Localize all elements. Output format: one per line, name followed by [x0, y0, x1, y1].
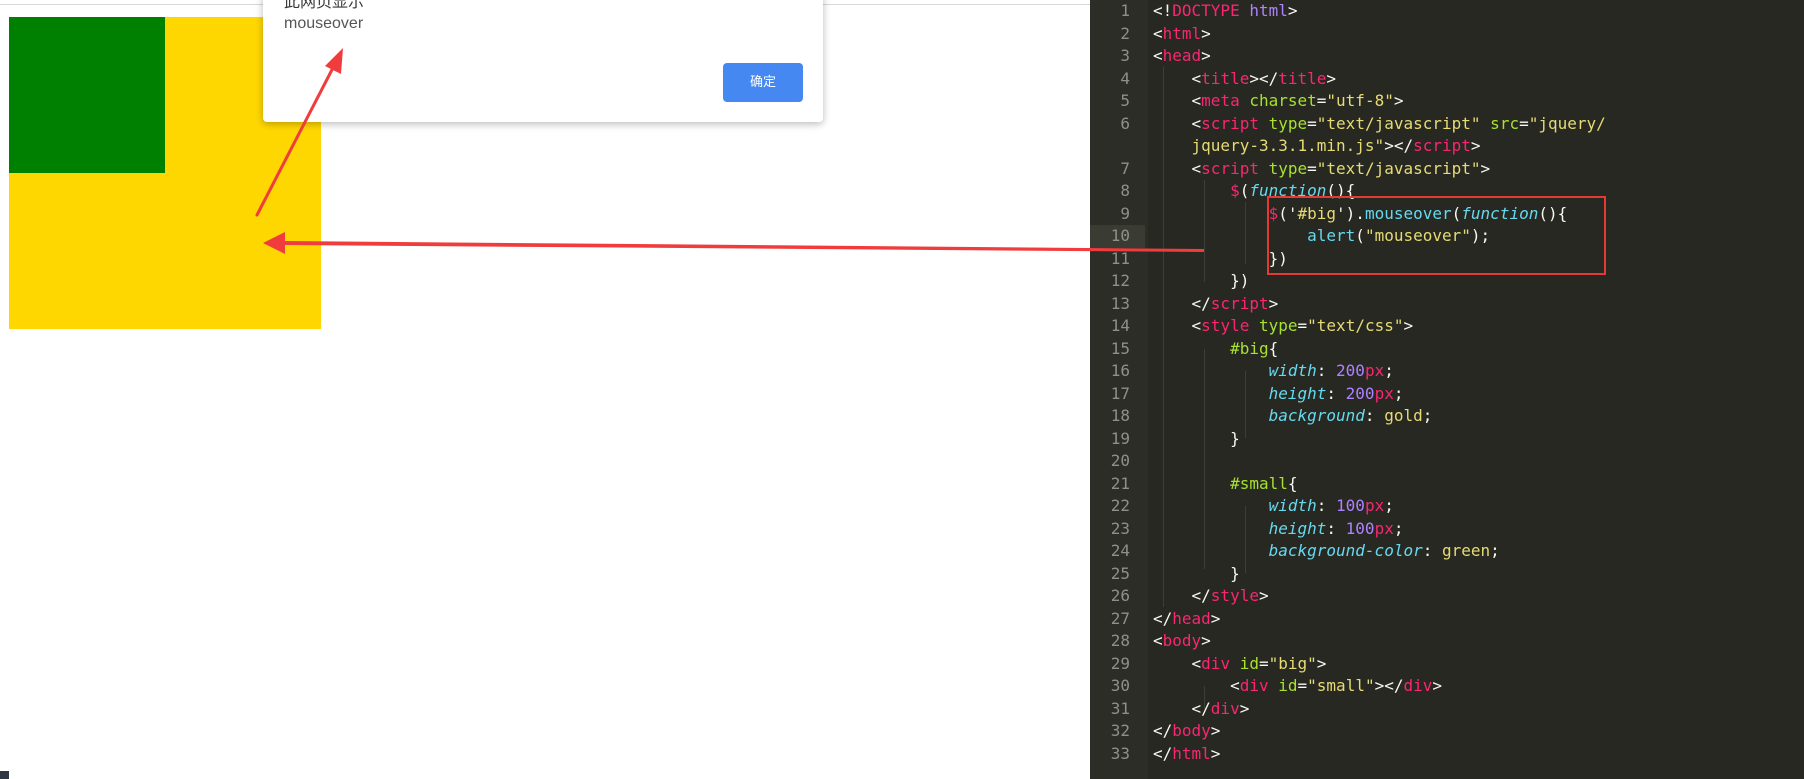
line-number: 1	[1120, 1, 1130, 20]
line-number: 3	[1120, 46, 1130, 65]
code-line-27: </head>	[1153, 608, 1221, 628]
line-number: 6	[1120, 113, 1130, 133]
code-line-3: <head>	[1153, 46, 1211, 65]
code-line-30: <div id="small"></div>	[1230, 676, 1443, 695]
browser-viewport: 此网页显示 mouseover 确定	[0, 0, 1090, 779]
line-number: 5	[1120, 91, 1130, 110]
line-number: 12	[1110, 271, 1130, 290]
screenshot-stage: 此网页显示 mouseover 确定 1 2 3 4 5 6 7 8 9 10 …	[0, 0, 1804, 779]
line-number: 30	[1110, 676, 1130, 695]
code-line-19: }	[1230, 428, 1240, 448]
alert-dialog: 此网页显示 mouseover 确定	[263, 0, 823, 122]
line-number: 14	[1110, 316, 1130, 335]
code-line-28: <body>	[1153, 631, 1211, 650]
code-line-32: </body>	[1153, 721, 1221, 740]
alert-message: mouseover	[284, 15, 364, 32]
code-line-21: #small{	[1230, 473, 1298, 493]
code-line-4: <title></title>	[1191, 68, 1337, 88]
code-line-7: <script type="text/javascript">	[1191, 158, 1491, 178]
line-number: 23	[1110, 518, 1130, 538]
line-number: 17	[1110, 383, 1130, 403]
code-line-22: width: 100px;	[1268, 496, 1394, 515]
line-number: 24	[1110, 541, 1130, 560]
line-number: 2	[1120, 23, 1130, 43]
code-line-26: </style>	[1191, 586, 1269, 605]
code-line-6: <script type="text/javascript" src="jque…	[1191, 113, 1606, 133]
code-line-25: }	[1230, 563, 1240, 583]
code-line-18: background: gold;	[1268, 406, 1433, 425]
code-line-15: #big{	[1230, 338, 1279, 358]
line-number: 13	[1110, 293, 1130, 313]
code-line-14: <style type="text/css">	[1191, 316, 1414, 335]
line-number: 33	[1110, 743, 1130, 763]
line-number: 21	[1110, 473, 1130, 493]
code-line-23: height: 100px;	[1268, 518, 1404, 538]
code-line-24: background-color: green;	[1268, 541, 1500, 560]
code-line-13: </script>	[1191, 293, 1279, 313]
code-line-6-wrap: jquery-3.3.1.min.js"></script>	[1191, 136, 1481, 155]
line-number: 10	[1110, 226, 1130, 245]
line-number: 20	[1110, 451, 1130, 470]
code-line-2: <html>	[1153, 23, 1211, 43]
line-number: 7	[1120, 158, 1130, 178]
line-number: 11	[1110, 248, 1130, 268]
code-line-33: </html>	[1153, 743, 1221, 763]
line-number: 26	[1110, 586, 1130, 605]
line-number: 4	[1120, 68, 1130, 88]
code-line-31: </div>	[1191, 698, 1250, 718]
code-line-5: <meta charset="utf-8">	[1191, 91, 1404, 110]
line-number: 25	[1110, 563, 1130, 583]
line-number: 31	[1110, 698, 1130, 718]
code-line-17: height: 200px;	[1268, 383, 1404, 403]
code-line-29: <div id="big">	[1191, 653, 1327, 673]
code-line-16: width: 200px;	[1268, 361, 1394, 380]
line-number: 9	[1120, 203, 1130, 223]
small-div-green[interactable]	[9, 17, 165, 173]
line-number: 19	[1110, 428, 1130, 448]
alert-title: 此网页显示	[284, 0, 365, 11]
line-number: 8	[1120, 181, 1130, 200]
line-number: 28	[1110, 631, 1130, 650]
code-editor[interactable]: 1 2 3 4 5 6 7 8 9 10 11 12 13 14 15 16 1…	[1090, 0, 1804, 779]
line-number: 32	[1110, 721, 1130, 740]
alert-ok-button[interactable]: 确定	[723, 63, 803, 102]
line-number: 15	[1110, 338, 1130, 358]
line-number: 29	[1110, 653, 1130, 673]
line-number: 22	[1110, 496, 1130, 515]
annotation-highlight-box	[1267, 196, 1606, 275]
code-line-12: })	[1230, 271, 1250, 290]
code-line-1: <!DOCTYPE html>	[1153, 1, 1298, 20]
line-number: 27	[1110, 608, 1130, 628]
line-number: 18	[1110, 406, 1130, 425]
line-number: 16	[1110, 361, 1130, 380]
taskbar-corner-fragment	[0, 771, 9, 779]
